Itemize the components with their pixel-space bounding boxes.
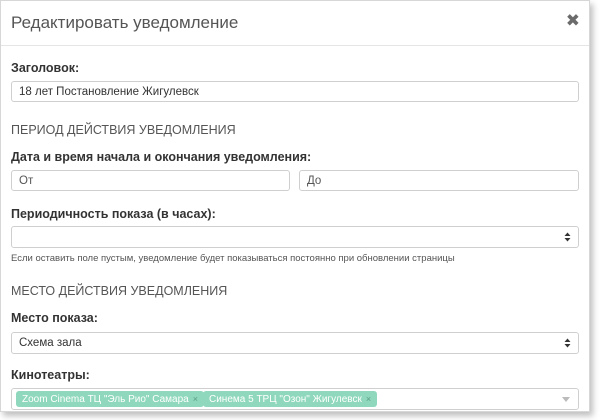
cinema-tag: Синема 5 ТРЦ "Озон" Жигулевск ×	[203, 391, 378, 407]
location-value: Схема зала	[19, 337, 82, 349]
select-arrows-icon	[564, 232, 571, 242]
place-section-title: МЕСТО ДЕЙСТВИЯ УВЕДОМЛЕНИЯ	[11, 284, 228, 298]
edit-notification-modal: Редактировать уведомление ✖ Заголовок: П…	[0, 0, 590, 412]
datetime-label: Дата и время начала и окончания уведомле…	[11, 150, 312, 164]
cinema-tag-label: Zoom Cinema ТЦ "Эль Рио" Самара	[22, 394, 189, 405]
select-arrows-icon	[564, 338, 571, 348]
chevron-down-icon[interactable]	[562, 397, 570, 402]
remove-tag-icon[interactable]: ×	[193, 394, 198, 404]
cinema-tag-label: Синема 5 ТРЦ "Озон" Жигулевск	[209, 394, 362, 405]
modal-header: Редактировать уведомление ✖	[1, 1, 589, 46]
date-from-input[interactable]	[11, 170, 290, 191]
modal-title: Редактировать уведомление	[11, 13, 239, 32]
frequency-hint: Если оставить поле пустым, уведомление б…	[11, 253, 455, 264]
cinemas-multiselect[interactable]: Zoom Cinema ТЦ "Эль Рио" Самара × Синема …	[11, 388, 579, 410]
location-select[interactable]: Схема зала	[11, 332, 579, 354]
date-to-input[interactable]	[299, 170, 579, 191]
cinemas-label: Кинотеатры:	[11, 368, 90, 382]
frequency-label: Периодичность показа (в часах):	[11, 207, 216, 221]
cinema-tag: Zoom Cinema ТЦ "Эль Рио" Самара ×	[16, 391, 204, 407]
close-icon[interactable]: ✖	[566, 12, 580, 29]
title-input[interactable]	[11, 81, 579, 102]
remove-tag-icon[interactable]: ×	[366, 394, 371, 404]
frequency-select[interactable]	[11, 226, 579, 248]
location-label: Место показа:	[11, 311, 98, 325]
period-section-title: ПЕРИОД ДЕЙСТВИЯ УВЕДОМЛЕНИЯ	[11, 123, 236, 137]
title-label: Заголовок:	[11, 61, 80, 75]
